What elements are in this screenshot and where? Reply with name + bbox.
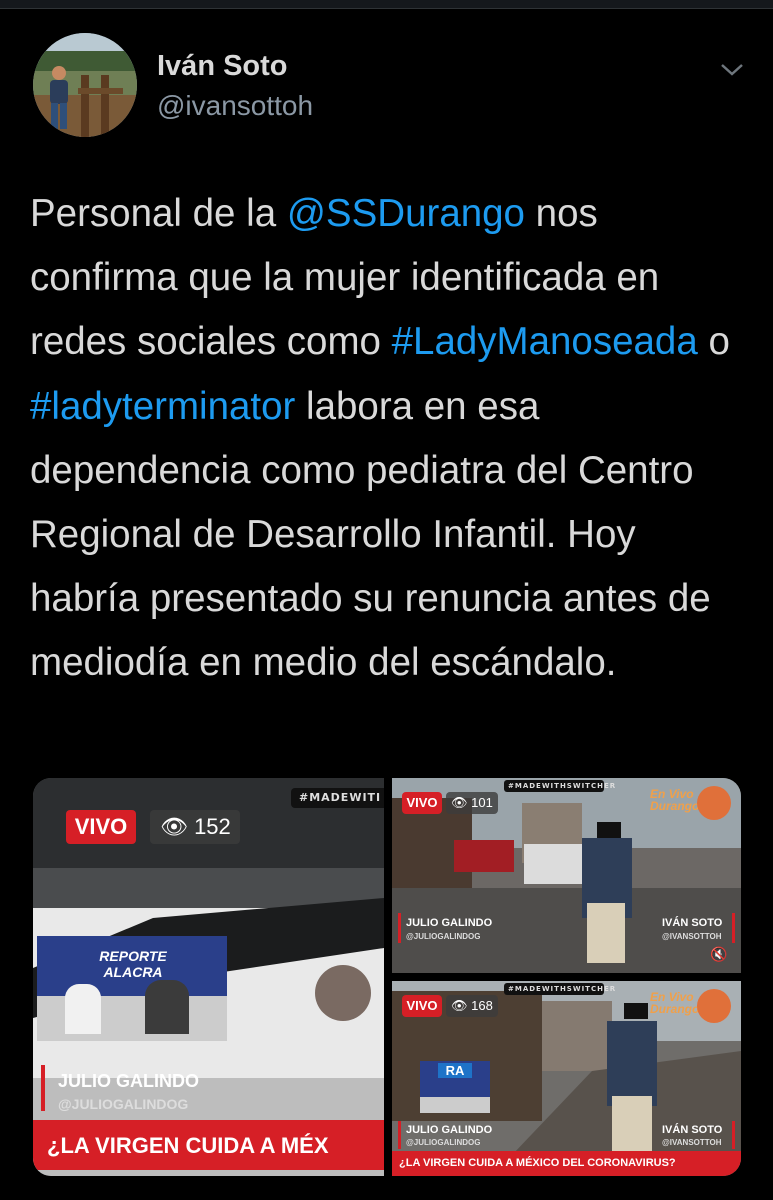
presenter-handle-left: @JULIOGALINDOG — [406, 932, 481, 941]
mention-link[interactable]: @SSDurango — [287, 192, 525, 235]
headline-bar: ¿LA VIRGEN CUIDA A MÉX — [33, 1120, 384, 1170]
chevron-down-icon[interactable] — [718, 58, 746, 80]
presenter-name-right: IVÁN SOTO — [662, 1124, 723, 1136]
watermark: #MADEWITHSWITCHER — [504, 780, 615, 792]
mute-icon[interactable]: 🔇 — [710, 946, 730, 962]
presenter-name-left: JULIO GALINDO — [406, 917, 493, 929]
eye-icon: 👁 — [160, 814, 188, 839]
view-count: 👁 168 — [446, 995, 498, 1017]
hashtag-link[interactable]: #LadyManoseada — [392, 320, 698, 363]
studio-inset: RA — [420, 1061, 490, 1113]
view-count-number: 101 — [471, 795, 493, 810]
presenter-name-left: JULIO GALINDO — [406, 1124, 493, 1136]
studio-logo: REPORTE ALACRA — [99, 948, 167, 980]
name-bar-accent — [732, 1121, 735, 1149]
presenter-2 — [145, 980, 189, 1034]
studio-desk — [420, 1097, 490, 1113]
top-divider — [0, 0, 773, 9]
name-bar-accent — [398, 913, 401, 943]
live-badge: VIVO — [402, 792, 442, 814]
tweet-text-part: labora en esa dependencia como pediatra … — [30, 384, 711, 685]
media-image-top-right[interactable]: VIVO 👁 101 #MADEWITHSWITCHER En Vivo Dur… — [392, 778, 741, 973]
tweet-text: Personal de la @SSDurango nos confirma q… — [30, 182, 755, 696]
studio-inset: REPORTE ALACRA — [37, 936, 227, 1041]
author-name[interactable]: Iván Soto — [157, 50, 288, 83]
view-count: 👁 101 — [446, 792, 498, 814]
watermark: #MADEWITHSWITCHER — [504, 983, 615, 995]
view-count-number: 168 — [471, 998, 493, 1013]
presenter-handle-right: @IVANSOTTOH — [662, 1138, 722, 1147]
name-bar-accent — [398, 1121, 401, 1149]
eye-icon: 👁 — [451, 998, 468, 1013]
watermark: #MADEWITI — [291, 788, 384, 808]
media-image-main[interactable]: VIVO 👁 152 #MADEWITI REPORTE ALACRA JULI… — [33, 778, 384, 1176]
tweet-text-part: o — [697, 320, 730, 364]
presenter-handle-left: @JULIOGALINDOG — [406, 1138, 481, 1147]
name-bar-accent — [732, 913, 735, 943]
view-count-number: 152 — [194, 814, 231, 839]
avatar[interactable] — [33, 33, 137, 137]
media-image-bottom-right[interactable]: VIVO 👁 168 #MADEWITHSWITCHER En Vivo Dur… — [392, 981, 741, 1176]
switcher-logo-icon — [697, 989, 731, 1023]
headline-bar: ¿LA VIRGEN CUIDA A MÉXICO DEL CORONAVIRU… — [392, 1151, 741, 1176]
switcher-logo-icon — [697, 786, 731, 820]
studio-logo: RA — [438, 1063, 472, 1078]
presenter-name: JULIO GALINDO — [58, 1071, 200, 1091]
live-badge: VIVO — [66, 810, 136, 844]
presenter-1 — [65, 984, 101, 1034]
headline-text: ¿LA VIRGEN CUIDA A MÉX — [47, 1133, 329, 1158]
presenter-name-right: IVÁN SOTO — [662, 917, 723, 929]
presenter-handle-right: @IVANSOTTOH — [662, 932, 722, 941]
tweet-text-part: Personal de la — [30, 192, 287, 235]
author-handle[interactable]: @ivansottoh — [157, 90, 313, 122]
live-badge: VIVO — [402, 995, 442, 1017]
hashtag-link[interactable]: #ladyterminator — [30, 385, 295, 428]
name-bar-accent — [41, 1065, 45, 1111]
headline-text: ¿LA VIRGEN CUIDA A MÉXICO DEL CORONAVIRU… — [399, 1157, 676, 1169]
eye-icon: 👁 — [451, 795, 468, 810]
presenter-handle: @JULIOGALINDOG — [58, 1096, 189, 1112]
view-count: 👁 152 — [150, 810, 240, 844]
media-grid: VIVO 👁 152 #MADEWITI REPORTE ALACRA JULI… — [33, 778, 741, 1176]
